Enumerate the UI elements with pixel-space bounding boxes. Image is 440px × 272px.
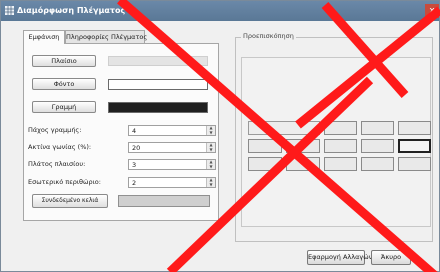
watermark-stroke	[117, 0, 438, 272]
watermark-overlay	[117, 0, 440, 272]
watermark-stroke	[166, 76, 374, 272]
tab-appearance[interactable]: Εμφάνιση	[23, 30, 65, 44]
watermark-stroke	[295, 6, 440, 129]
